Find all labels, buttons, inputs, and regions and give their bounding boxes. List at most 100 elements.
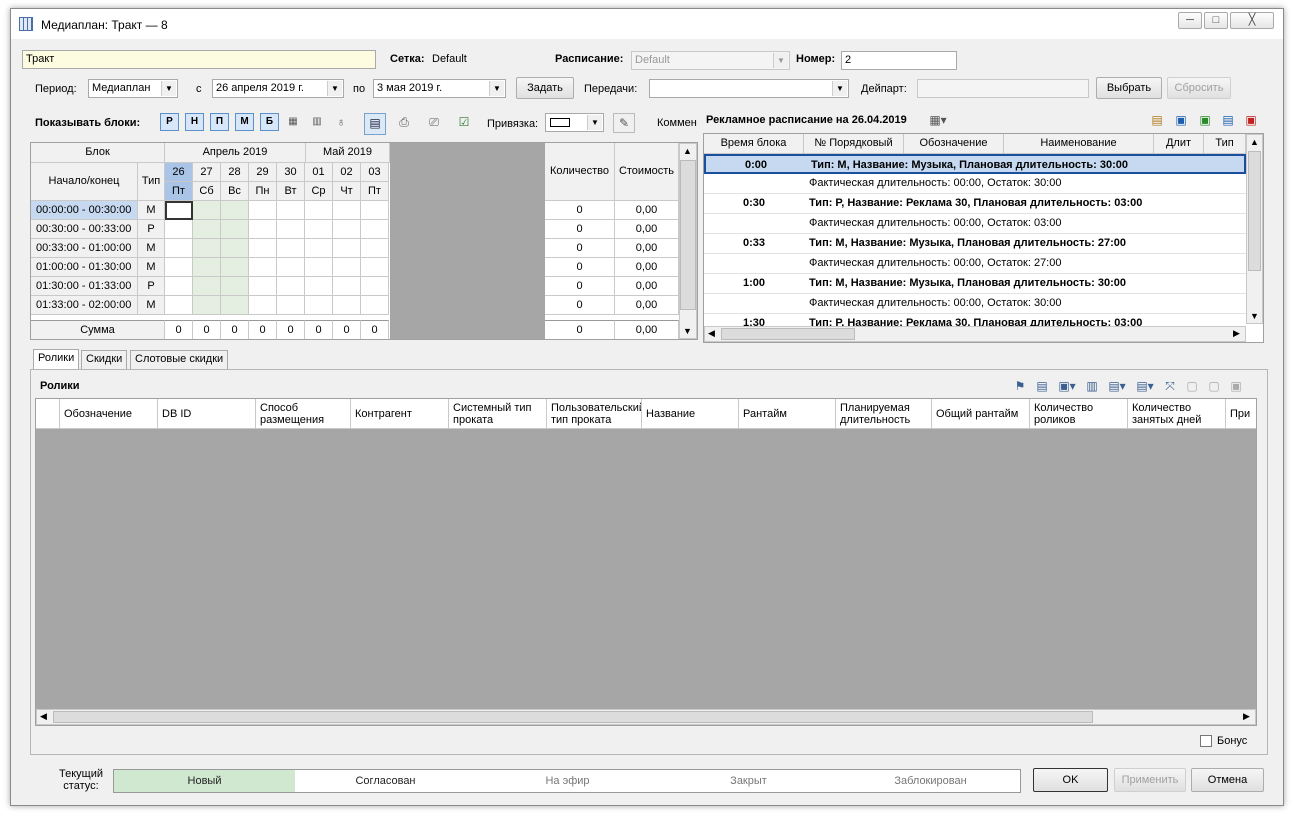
clips-column-header[interactable]: Название [642, 399, 739, 429]
arrow-down-icon[interactable]: ▼ [683, 326, 692, 336]
schedule-cell[interactable] [221, 277, 249, 296]
grid-dots-icon[interactable]: ▦ [284, 113, 302, 131]
schedule-cell[interactable] [221, 201, 249, 220]
list-add-icon[interactable]: ▤▾ [1132, 377, 1158, 395]
scrollbar-thumb[interactable] [1248, 151, 1261, 271]
microphone-icon[interactable]: ♁ [332, 113, 350, 131]
schedule-cell[interactable] [277, 258, 305, 277]
grid-vertical-scrollbar[interactable]: ▲ ▼ [679, 143, 697, 339]
schedule-vertical-scrollbar[interactable]: ▲ ▼ [1246, 134, 1263, 324]
clips-column-header[interactable]: Обозначение [60, 399, 158, 429]
block-toggle-m[interactable]: М [235, 113, 254, 131]
schedule-cell[interactable] [193, 258, 221, 277]
arrow-left-icon[interactable]: ◀ [708, 328, 715, 339]
block-toggle-p[interactable]: П [210, 113, 229, 131]
choose-button[interactable]: Выбрать [1096, 77, 1162, 99]
day-header-02[interactable]: 02 [333, 163, 361, 182]
apply-button[interactable]: Применить [1114, 768, 1186, 792]
block-time-cell[interactable]: 00:30:00 - 00:33:00 [31, 220, 138, 239]
block-time-cell[interactable]: 00:33:00 - 01:00:00 [31, 239, 138, 258]
day-header-30[interactable]: 30 [277, 163, 305, 182]
close-button[interactable]: ╳ [1230, 12, 1274, 29]
schedule-cell[interactable] [193, 277, 221, 296]
clips-column-header[interactable]: Количество роликов [1030, 399, 1128, 429]
schedule-cell[interactable] [333, 220, 361, 239]
schedule-block-row[interactable]: 1:00 Тип: М, Название: Музыка, Плановая д… [704, 274, 1246, 294]
schedule-cell[interactable] [221, 239, 249, 258]
clips-column-header[interactable]: При [1226, 399, 1256, 429]
user-schedule-icon[interactable]: ⎙ [395, 113, 413, 131]
schedule-cell[interactable] [193, 201, 221, 220]
maximize-button[interactable]: □ [1204, 12, 1228, 29]
set-period-button[interactable]: Задать [516, 77, 574, 99]
number-input[interactable]: 2 [841, 51, 957, 70]
tab-clips[interactable]: Ролики [33, 349, 80, 369]
clips-column-header[interactable]: Количество занятых дней [1128, 399, 1226, 429]
schedule-cell[interactable] [249, 277, 277, 296]
mediaplan-name-input[interactable]: Тракт [22, 50, 376, 69]
schedule-cell[interactable] [305, 201, 333, 220]
delete-icon[interactable]: ▣ [1226, 377, 1246, 395]
insert-block-icon[interactable]: ▣ [1172, 111, 1190, 129]
schedule-cell[interactable] [165, 239, 193, 258]
period-select[interactable]: Медиаплан ▼ [88, 79, 178, 98]
schedule-cell[interactable] [165, 220, 193, 239]
schedule-cell[interactable] [221, 258, 249, 277]
ok-button[interactable]: OK [1033, 768, 1108, 792]
schedule-cell[interactable] [277, 296, 305, 315]
schedule-cell[interactable] [305, 258, 333, 277]
user-list-icon[interactable]: ⎚ [425, 113, 443, 131]
arrow-up-icon[interactable]: ▲ [683, 146, 692, 156]
schedule-cell[interactable] [333, 277, 361, 296]
schedule-cell[interactable] [361, 296, 389, 315]
paste-icon[interactable]: ▢ [1204, 377, 1224, 395]
clips-column-header[interactable]: Пользовательский тип проката [547, 399, 642, 429]
schedule-cell[interactable] [333, 258, 361, 277]
scrollbar-thumb[interactable] [721, 328, 855, 340]
cancel-button[interactable]: Отмена [1191, 768, 1264, 792]
block-toggle-b[interactable]: Б [260, 113, 279, 131]
columns-icon[interactable]: ▥ [308, 113, 326, 131]
schedule-block-row[interactable]: 0:33 Тип: М, Название: Музыка, Плановая д… [704, 234, 1246, 254]
schedule-cell[interactable] [249, 220, 277, 239]
add-row-icon[interactable]: ▣ [1196, 111, 1214, 129]
check-list-icon[interactable]: ☑ [455, 113, 473, 131]
arrow-down-icon[interactable]: ▼ [1250, 311, 1259, 321]
day-header-27[interactable]: 27 [193, 163, 221, 182]
schedule-cell[interactable] [249, 258, 277, 277]
clips-horizontal-scrollbar[interactable]: ◀ ▶ [36, 709, 1256, 725]
schedule-cell[interactable] [193, 239, 221, 258]
schedule-horizontal-scrollbar[interactable]: ◀ ▶ [704, 326, 1246, 342]
schedule-cell[interactable] [165, 258, 193, 277]
block-time-cell[interactable]: 00:00:00 - 00:30:00 [31, 201, 138, 220]
schedule-cell[interactable] [249, 296, 277, 315]
schedule-cell[interactable] [221, 220, 249, 239]
clips-column-header[interactable]: Системный тип проката [449, 399, 547, 429]
expand-icon[interactable]: ⤧ [1160, 377, 1180, 395]
schedule-cell[interactable] [333, 296, 361, 315]
arrow-up-icon[interactable]: ▲ [1250, 137, 1259, 147]
block-toggle-n[interactable]: Н [185, 113, 204, 131]
schedule-cell[interactable] [305, 220, 333, 239]
schedule-column-header[interactable]: Обозначение [904, 134, 1004, 154]
arrow-left-icon[interactable]: ◀ [40, 711, 47, 722]
schedule-cell[interactable] [361, 220, 389, 239]
programs-select[interactable]: ▼ [649, 79, 849, 98]
scrollbar-thumb[interactable] [680, 160, 696, 310]
clips-column-header[interactable]: Общий рантайм [932, 399, 1030, 429]
schedule-cell[interactable] [193, 220, 221, 239]
schedule-cell[interactable] [361, 201, 389, 220]
schedule-cell[interactable] [277, 239, 305, 258]
delete-block-icon[interactable]: ▣ [1242, 111, 1260, 129]
schedule-cell[interactable] [221, 296, 249, 315]
from-date-picker[interactable]: 26 апреля 2019 г. ▼ [212, 79, 344, 98]
scrollbar-thumb[interactable] [53, 711, 1093, 723]
schedule-cell[interactable] [361, 239, 389, 258]
clips-column-header[interactable]: Рантайм [739, 399, 836, 429]
schedule-cell[interactable] [193, 296, 221, 315]
schedule-cell[interactable] [277, 220, 305, 239]
arrow-right-icon[interactable]: ▶ [1233, 328, 1240, 339]
copy-icon[interactable]: ▢ [1182, 377, 1202, 395]
minimize-button[interactable]: ─ [1178, 12, 1202, 29]
day-header-01[interactable]: 01 [305, 163, 333, 182]
